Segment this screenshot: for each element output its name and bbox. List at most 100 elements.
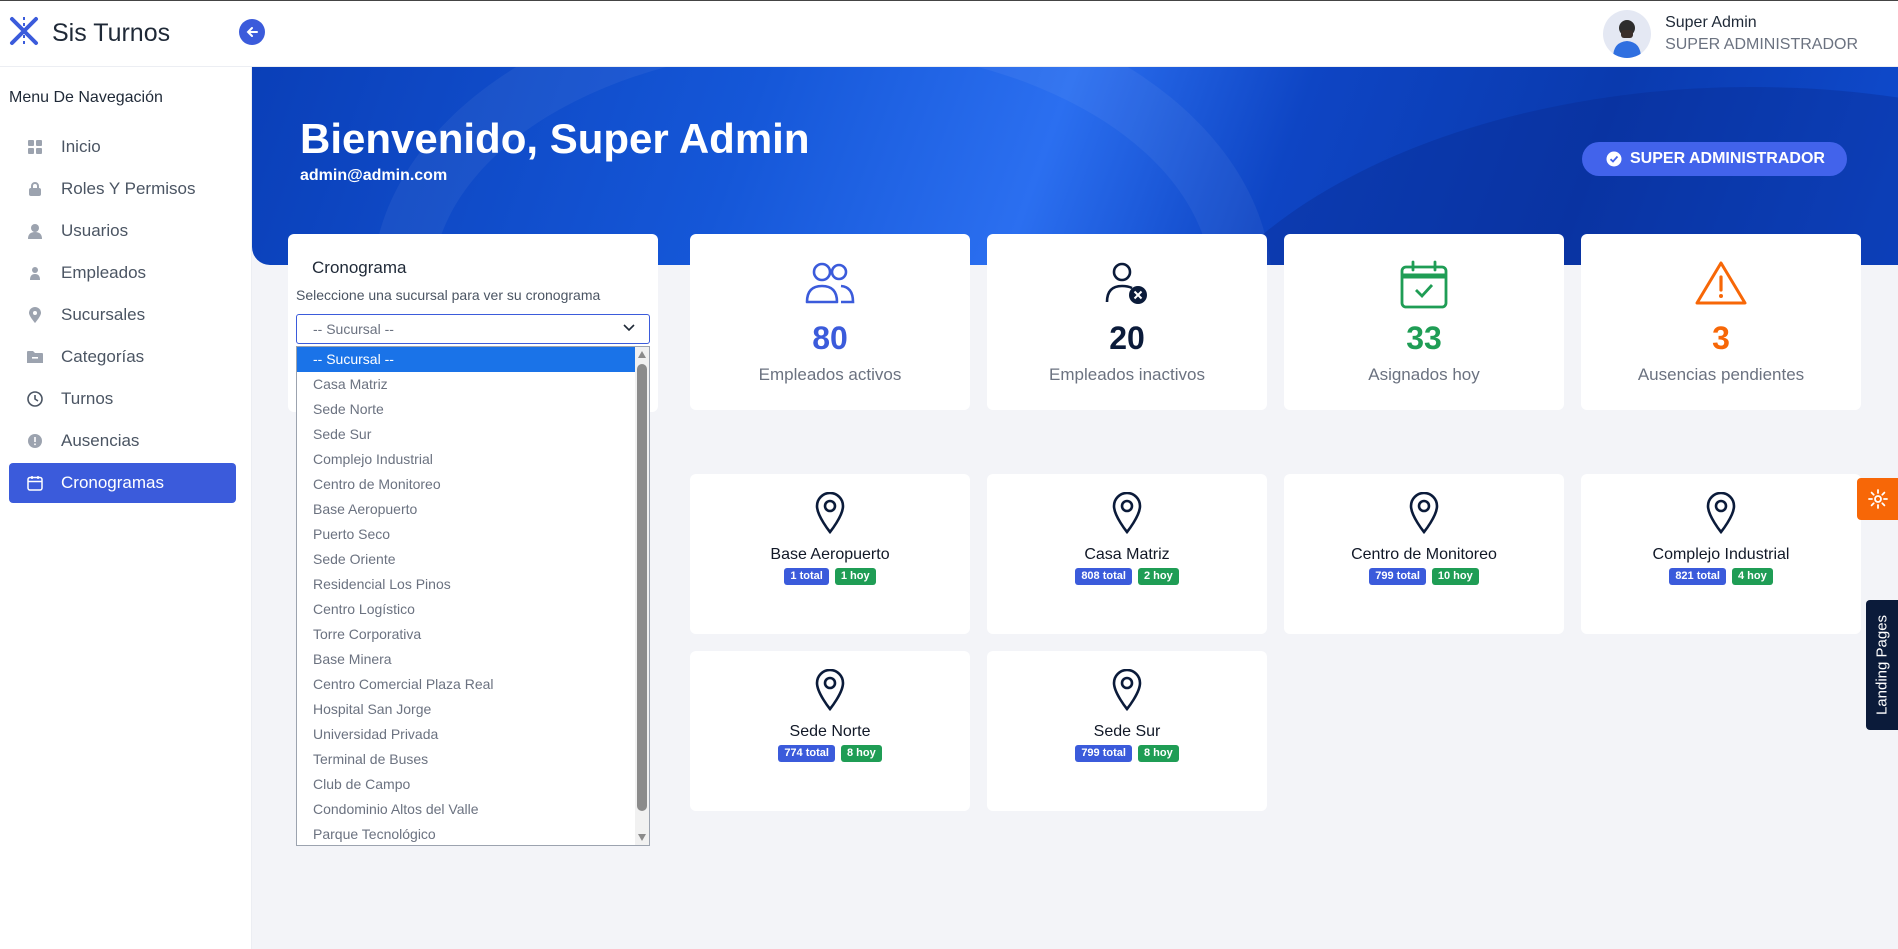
stat-value: 3	[1712, 320, 1730, 356]
stat-label: Ausencias pendientes	[1637, 365, 1805, 384]
sidebar-item-categorias[interactable]: Categorías	[9, 337, 236, 377]
calendar-icon	[25, 473, 45, 493]
dropdown-option[interactable]: Puerto Seco	[297, 522, 635, 547]
dropdown-option[interactable]: Centro Comercial Plaza Real	[297, 672, 635, 697]
dropdown-option[interactable]: Centro Logístico	[297, 597, 635, 622]
role-badge: SUPER ADMINISTRADOR	[1582, 142, 1847, 176]
branch-card[interactable]: Sede Sur 799 total 8 hoy	[987, 651, 1267, 811]
dropdown-option[interactable]: Complejo Industrial	[297, 447, 635, 472]
user-menu[interactable]: Super Admin SUPER ADMINISTRADOR	[1603, 10, 1858, 58]
arrow-left-icon	[246, 27, 258, 37]
sidebar-item-usuarios[interactable]: Usuarios	[9, 211, 236, 251]
dropdown-option[interactable]: Residencial Los Pinos	[297, 572, 635, 597]
branch-card[interactable]: Casa Matriz 808 total 2 hoy	[987, 474, 1267, 634]
grid-icon	[25, 137, 45, 157]
location-pin-icon	[1284, 492, 1564, 534]
stat-card-pending-absences: 3 Ausencias pendientes	[1581, 234, 1861, 410]
sidebar-item-label: Empleados	[61, 263, 147, 282]
today-badge: 2 hoy	[1137, 568, 1179, 585]
sidebar-item-turnos[interactable]: Turnos	[9, 379, 236, 419]
folder-icon	[25, 347, 45, 367]
sidebar-item-label: Categorías	[61, 347, 145, 366]
sidebar-item-label: Ausencias	[61, 431, 140, 450]
dropdown-option[interactable]: Sede Oriente	[297, 547, 635, 572]
branch-select[interactable]: -- Sucursal --	[296, 314, 650, 344]
total-badge: 799 total	[1075, 745, 1132, 762]
branch-card[interactable]: Complejo Industrial 821 total 4 hoy	[1581, 474, 1861, 634]
sidebar-item-inicio[interactable]: Inicio	[9, 127, 236, 167]
today-badge: 10 hoy	[1431, 568, 1479, 585]
alert-circle-icon	[25, 431, 45, 451]
menu-title: Menu De Navegación	[9, 89, 163, 106]
dropdown-option[interactable]: Condominio Altos del Valle	[297, 797, 635, 822]
lock-icon	[25, 179, 45, 199]
stat-label: Asignados hoy	[1368, 365, 1480, 384]
sidebar-item-cronogramas[interactable]: Cronogramas	[9, 463, 236, 503]
chevron-down-icon	[623, 324, 635, 332]
schedule-title: Cronograma	[312, 258, 407, 277]
collapse-sidebar-button[interactable]	[239, 19, 265, 45]
sidebar-item-roles[interactable]: Roles Y Permisos	[9, 169, 236, 209]
clock-icon	[25, 389, 45, 409]
dropdown-option[interactable]: Hospital San Jorge	[297, 697, 635, 722]
dropdown-option[interactable]: Parque Tecnológico	[297, 822, 635, 845]
total-badge: 799 total	[1369, 568, 1426, 585]
stat-card-assigned-today: 33 Asignados hoy	[1284, 234, 1564, 410]
avatar	[1603, 10, 1652, 58]
scroll-up-icon[interactable]	[638, 351, 646, 358]
dropdown-option[interactable]: Base Minera	[297, 647, 635, 672]
dropdown-option[interactable]: Sede Norte	[297, 397, 635, 422]
sidebar-item-empleados[interactable]: Empleados	[9, 253, 236, 293]
today-badge: 4 hoy	[1731, 568, 1773, 585]
dropdown-option[interactable]: Universidad Privada	[297, 722, 635, 747]
users-icon	[690, 260, 970, 304]
total-badge: 821 total	[1669, 568, 1726, 585]
branch-name: Centro de Monitoreo	[1351, 546, 1497, 563]
landing-pages-label: Landing Pages	[1873, 614, 1891, 716]
location-pin-icon	[690, 492, 970, 534]
user-name: Super Admin	[1665, 14, 1757, 31]
dropdown-option[interactable]: Base Aeropuerto	[297, 497, 635, 522]
settings-toggle-button[interactable]	[1857, 478, 1898, 520]
dropdown-option[interactable]: Sede Sur	[297, 422, 635, 447]
top-bar: Sis Turnos Super Admin SUPER ADMINISTRAD…	[0, 0, 1898, 67]
gear-icon	[1867, 489, 1888, 509]
stat-label: Empleados activos	[758, 365, 902, 384]
role-badge-label: SUPER ADMINISTRADOR	[1630, 150, 1825, 167]
branch-card[interactable]: Sede Norte 774 total 8 hoy	[690, 651, 970, 811]
stat-value: 80	[812, 320, 848, 356]
dropdown-option[interactable]: Club de Campo	[297, 772, 635, 797]
logo-icon	[8, 15, 40, 52]
scrollbar-thumb[interactable]	[637, 364, 647, 811]
welcome-title: Bienvenido, Super Admin	[300, 115, 810, 162]
branch-name: Complejo Industrial	[1652, 546, 1790, 563]
branch-dropdown-list[interactable]: -- Sucursal -- Casa Matriz Sede Norte Se…	[296, 346, 650, 846]
sidebar: Menu De Navegación Inicio Roles Y Permis…	[0, 67, 252, 949]
sidebar-item-sucursales[interactable]: Sucursales	[9, 295, 236, 335]
today-badge: 1 hoy	[834, 568, 876, 585]
scroll-down-icon[interactable]	[638, 834, 646, 841]
branch-name: Casa Matriz	[1084, 546, 1170, 563]
total-badge: 774 total	[778, 745, 835, 762]
dropdown-option[interactable]: Terminal de Buses	[297, 747, 635, 772]
landing-pages-tab[interactable]: Landing Pages	[1866, 600, 1898, 730]
brand[interactable]: Sis Turnos	[8, 15, 170, 52]
dropdown-scrollbar[interactable]	[635, 347, 649, 845]
stat-card-inactive-employees: 20 Empleados inactivos	[987, 234, 1267, 410]
sidebar-item-ausencias[interactable]: Ausencias	[9, 421, 236, 461]
stat-value: 33	[1406, 320, 1442, 356]
sidebar-item-label: Usuarios	[61, 221, 129, 240]
dropdown-option[interactable]: -- Sucursal --	[297, 347, 635, 372]
dropdown-option[interactable]: Centro de Monitoreo	[297, 472, 635, 497]
user-icon	[25, 221, 45, 241]
branch-card[interactable]: Base Aeropuerto 1 total 1 hoy	[690, 474, 970, 634]
stat-label: Empleados inactivos	[1049, 365, 1205, 384]
person-icon	[25, 263, 45, 283]
location-pin-icon	[987, 669, 1267, 711]
dropdown-option[interactable]: Torre Corporativa	[297, 622, 635, 647]
sidebar-item-label: Sucursales	[61, 305, 146, 324]
branch-card[interactable]: Centro de Monitoreo 799 total 10 hoy	[1284, 474, 1564, 634]
total-badge: 1 total	[784, 568, 829, 585]
location-pin-icon	[987, 492, 1267, 534]
dropdown-option[interactable]: Casa Matriz	[297, 372, 635, 397]
